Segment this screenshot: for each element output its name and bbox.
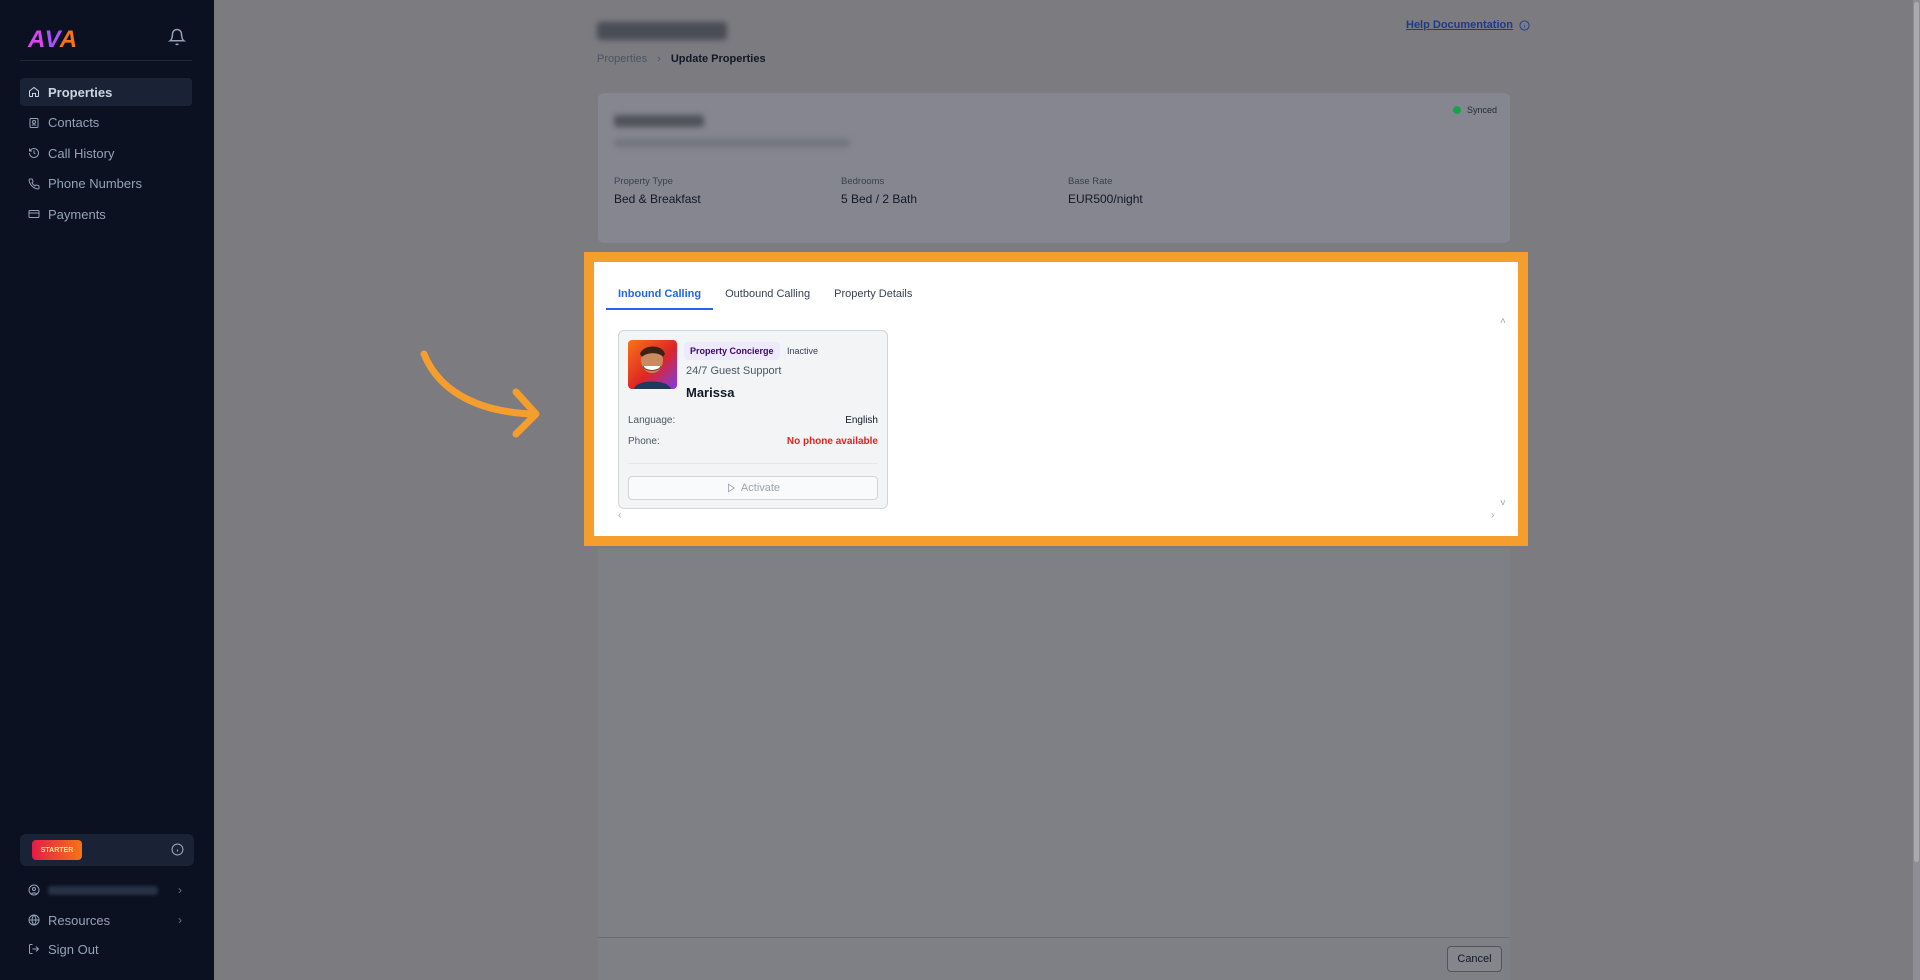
logo-letter-v: V xyxy=(44,26,60,53)
fact-value: 5 Bed / 2 Bath xyxy=(841,192,918,206)
fact-property-type: Property Type Bed & Breakfast xyxy=(614,176,841,206)
breadcrumb-current: Update Properties xyxy=(670,53,766,65)
breadcrumb: Properties › Update Properties xyxy=(597,53,766,65)
property-address-blurred xyxy=(614,139,850,147)
help-documentation-link[interactable]: Help Documentation xyxy=(1406,19,1530,31)
activate-label: Activate xyxy=(740,482,781,494)
tab-outbound-calling[interactable]: Outbound Calling xyxy=(713,276,822,310)
credit-card-icon xyxy=(28,210,40,219)
fact-value: EUR500/night xyxy=(1068,192,1143,206)
phone-value: No phone available xyxy=(786,436,878,447)
agent-subtitle: 24/7 Guest Support xyxy=(686,365,782,377)
agent-status-tag: Inactive xyxy=(781,342,825,360)
sidebar-item-properties[interactable]: Properties xyxy=(20,78,192,106)
agent-card[interactable]: Property Concierge Inactive 24/7 Guest S… xyxy=(618,330,888,509)
user-name-blurred xyxy=(48,885,158,895)
sidebar-item-label: Properties xyxy=(48,84,113,100)
property-summary-card: Synced Property Type Bed & Breakfast Bed… xyxy=(598,93,1510,243)
help-label: Help Documentation xyxy=(1406,19,1513,31)
info-icon xyxy=(1519,19,1530,31)
sidebar-item-label: Payments xyxy=(48,206,106,222)
person-avatar-icon xyxy=(634,346,671,389)
sidebar-item-contacts[interactable]: Contacts xyxy=(20,109,192,137)
fact-label: Bedrooms xyxy=(841,176,885,187)
scroll-left-icon[interactable]: ‹ xyxy=(618,510,621,521)
plan-box: STARTER xyxy=(20,834,194,866)
fact-base-rate: Base Rate EUR500/night xyxy=(1068,176,1295,206)
sidebar-item-phone-numbers[interactable]: Phone Numbers xyxy=(20,170,192,198)
language-value: English xyxy=(845,415,878,426)
fact-label: Base Rate xyxy=(1068,176,1113,187)
resources-label: Resources xyxy=(48,912,111,928)
sidebar-item-label: Contacts xyxy=(48,115,100,131)
contact-book-icon xyxy=(29,117,39,128)
agent-role-tag: Property Concierge xyxy=(684,342,780,360)
breadcrumb-root[interactable]: Properties xyxy=(597,53,647,65)
page-scrollbar[interactable] xyxy=(1913,0,1920,980)
phone-icon xyxy=(28,178,40,190)
logo-letter-a2: A xyxy=(59,26,79,53)
fact-label: Property Type xyxy=(614,176,673,187)
info-icon[interactable] xyxy=(171,843,184,856)
card-divider xyxy=(628,463,878,464)
tab-inbound-calling[interactable]: Inbound Calling xyxy=(606,276,714,310)
ava-logo[interactable]: AVA xyxy=(28,26,78,54)
cancel-button[interactable]: Cancel xyxy=(1447,946,1502,972)
sync-dot-icon xyxy=(1452,106,1461,114)
tab-property-details[interactable]: Property Details xyxy=(822,276,924,310)
logo-letter-a: A xyxy=(28,26,45,53)
phone-label: Phone: xyxy=(628,436,660,447)
scrollbar-thumb[interactable] xyxy=(1914,2,1919,862)
logout-icon xyxy=(29,944,40,954)
globe-icon xyxy=(28,914,40,926)
chevron-right-icon: › xyxy=(178,883,182,897)
chevron-right-icon: › xyxy=(178,913,182,927)
scroll-down-icon[interactable]: ˅ xyxy=(1500,498,1506,509)
fact-value: Bed & Breakfast xyxy=(614,192,701,206)
user-account-item[interactable]: › xyxy=(20,877,192,903)
agent-phone-row: Phone: No phone available xyxy=(628,436,878,447)
sign-out-label: Sign Out xyxy=(48,941,99,957)
sidebar-item-call-history[interactable]: Call History xyxy=(20,139,192,167)
property-name-blurred xyxy=(614,115,704,127)
annotation-arrow-icon xyxy=(420,350,540,438)
sidebar-divider xyxy=(20,60,192,61)
user-circle-icon xyxy=(28,884,40,896)
plan-badge[interactable]: STARTER xyxy=(32,840,82,860)
resources-item[interactable]: Resources › xyxy=(20,907,192,933)
tab-bar: Inbound Calling Outbound Calling Propert… xyxy=(606,276,924,310)
sidebar-nav: Properties Contacts Call History Phone N… xyxy=(20,78,192,231)
sidebar-item-payments[interactable]: Payments xyxy=(20,200,192,228)
agent-language-row: Language: English xyxy=(628,415,878,426)
sync-status: Synced xyxy=(1452,105,1497,115)
sync-status-label: Synced xyxy=(1466,105,1497,115)
activate-button[interactable]: Activate xyxy=(628,476,878,500)
sign-out-item[interactable]: Sign Out xyxy=(20,936,192,962)
agent-name: Marissa xyxy=(686,385,735,400)
highlighted-agent-panel: Inbound Calling Outbound Calling Propert… xyxy=(584,252,1528,546)
page-title-blurred xyxy=(597,22,727,40)
sidebar: AVA Properties Contacts Call History Pho… xyxy=(0,0,214,980)
home-icon xyxy=(29,86,39,97)
property-facts: Property Type Bed & Breakfast Bedrooms 5… xyxy=(614,176,1295,206)
scroll-up-icon[interactable]: ˄ xyxy=(1500,316,1506,327)
chevron-right-icon: › xyxy=(657,53,661,65)
bell-icon[interactable] xyxy=(168,28,186,46)
agent-avatar xyxy=(628,340,677,389)
scroll-right-icon[interactable]: › xyxy=(1491,510,1494,521)
content-panel xyxy=(598,548,1510,980)
sidebar-item-label: Phone Numbers xyxy=(48,176,142,192)
language-label: Language: xyxy=(628,415,676,426)
history-icon xyxy=(29,148,39,159)
footer-divider xyxy=(598,937,1510,938)
play-icon xyxy=(728,483,736,493)
sidebar-item-label: Call History xyxy=(48,145,115,161)
fact-bedrooms: Bedrooms 5 Bed / 2 Bath xyxy=(841,176,1068,206)
